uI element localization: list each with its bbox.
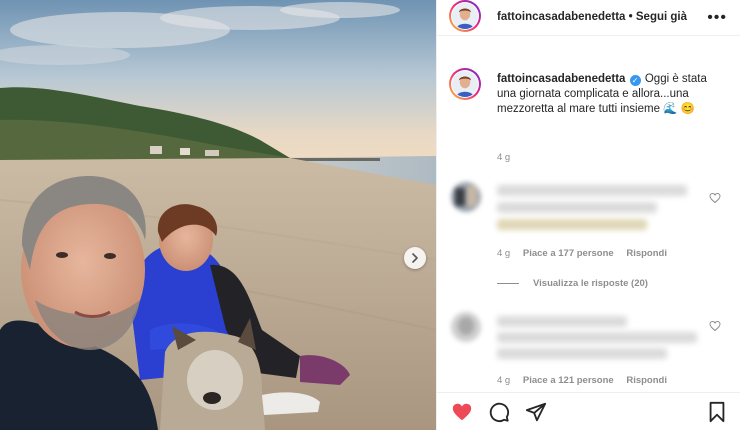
blurred-comment-text [497, 332, 697, 343]
more-icon: ••• [707, 9, 727, 26]
bookmark-icon[interactable] [707, 401, 727, 423]
view-replies-label: Visualizza le risposte (20) [533, 278, 648, 289]
caption-author-avatar[interactable] [449, 68, 481, 100]
blurred-comment-text [497, 219, 647, 230]
comment-icon[interactable] [488, 401, 510, 423]
comment-timestamp[interactable]: 4 g [497, 248, 510, 259]
header-username-row: fattoincasadabenedetta • Segui già [497, 11, 687, 23]
blurred-comment-text [497, 316, 627, 327]
header-separator: • [628, 11, 633, 23]
reply-button[interactable]: Rispondi [626, 248, 667, 259]
commenter-avatar[interactable] [451, 182, 481, 212]
chevron-right-icon [412, 253, 418, 263]
replies-divider [497, 282, 519, 284]
heart-icon[interactable] [451, 401, 473, 423]
post-photo[interactable] [0, 0, 436, 430]
comment-item: 4 g Piace a 177 persone Rispondi Visuali… [451, 178, 731, 289]
comment-likes[interactable]: Piace a 121 persone [523, 375, 614, 386]
avatar-image [452, 71, 478, 97]
caption-emojis: 🌊 😊 [663, 103, 696, 115]
comment-heart-icon[interactable] [709, 320, 721, 332]
verified-badge-icon: ✓ [629, 75, 641, 86]
following-button[interactable]: Segui già [636, 11, 687, 23]
post-caption: fattoincasadabenedetta ✓ Oggi è stata un… [497, 72, 729, 117]
comment-timestamp[interactable]: 4 g [497, 375, 510, 386]
avatar-image [452, 3, 478, 29]
comment-likes[interactable]: Piace a 177 persone [523, 248, 614, 259]
view-replies-button[interactable]: Visualizza le risposte (20) [497, 278, 648, 289]
comment-item: 4 g Piace a 121 persone Rispondi [451, 310, 731, 390]
author-avatar[interactable] [449, 0, 481, 32]
blurred-comment-text [497, 202, 657, 213]
beach-selfie-image [0, 0, 436, 430]
comment-meta: 4 g Piace a 177 persone Rispondi [497, 248, 677, 259]
post-header: fattoincasadabenedetta • Segui già ••• [437, 0, 740, 36]
reply-button[interactable]: Rispondi [626, 375, 667, 386]
more-options-button[interactable]: ••• [707, 9, 727, 27]
blurred-comment-text [497, 185, 687, 196]
avatar-image [451, 182, 481, 212]
share-icon[interactable] [525, 401, 547, 423]
commenter-avatar[interactable] [451, 312, 481, 342]
avatar-image [451, 312, 481, 342]
next-photo-button[interactable] [404, 247, 426, 269]
caption-timestamp[interactable]: 4 g [497, 152, 510, 163]
caption-username[interactable]: fattoincasadabenedetta [497, 73, 625, 85]
blurred-comment-text [497, 348, 667, 359]
comment-heart-icon[interactable] [709, 192, 721, 204]
comment-meta: 4 g Piace a 121 persone Rispondi [497, 375, 677, 386]
post-action-bar [437, 392, 740, 430]
post-side-panel: fattoincasadabenedetta • Segui già ••• f… [436, 0, 740, 430]
author-username[interactable]: fattoincasadabenedetta [497, 11, 625, 23]
